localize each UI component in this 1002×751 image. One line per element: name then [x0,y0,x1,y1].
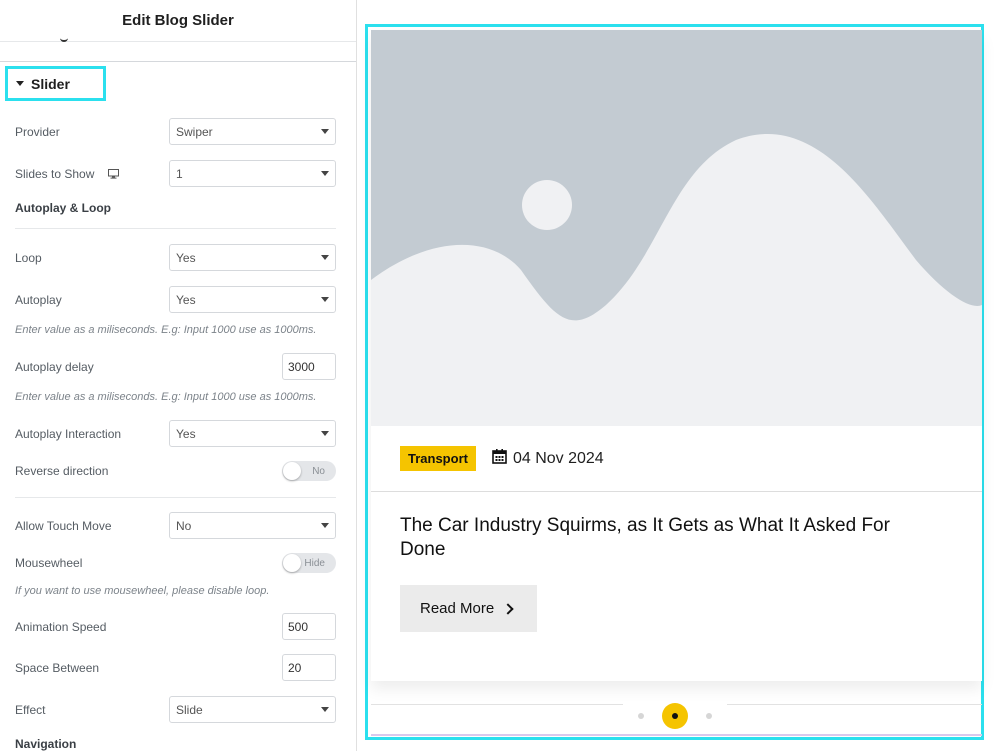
provider-label: Provider [15,124,60,139]
dropdown-arrow-icon [321,171,329,176]
divider [371,491,982,492]
provider-select[interactable]: Swiper [169,118,336,145]
dropdown-arrow-icon [321,297,329,302]
slides-to-show-value: 1 [176,166,183,181]
post-date: 04 Nov 2024 [492,448,604,469]
caret-down-icon [16,81,24,86]
control-autoplay: Autoplay Yes [15,286,336,313]
read-more-button[interactable]: Read More [400,585,537,632]
control-slides-to-show: Slides to Show 1 [15,160,336,187]
previous-section-fragment [0,40,356,62]
navigation-heading: Navigation [15,737,77,751]
mountain-placeholder-icon [371,30,982,426]
autoplay-hint: Enter value as a miliseconds. E.g: Input… [15,324,317,336]
space-between-label: Space Between [15,660,100,675]
control-autoplay-delay: Autoplay delay 3000 [15,353,336,380]
toggle-knob [283,462,301,480]
section-toggle-slider[interactable]: Slider [5,66,106,101]
autoplay-interaction-value: Yes [176,426,196,441]
blog-slider-widget[interactable]: Transport 04 Nov 2024 The Car Industry S… [365,24,984,740]
mousewheel-toggle[interactable]: Hide [282,553,336,573]
pagination-dot[interactable] [706,713,712,719]
post-card: Transport 04 Nov 2024 The Car Industry S… [371,30,982,681]
autoplay-value: Yes [176,292,196,307]
divider [15,497,336,498]
control-animation-speed: Animation Speed 500 [15,613,336,640]
autoplay-loop-heading: Autoplay & Loop [15,201,111,215]
toggle-state: Hide [304,557,325,569]
mousewheel-label: Mousewheel [15,556,83,570]
control-autoplay-interaction: Autoplay Interaction Yes [15,420,336,447]
placeholder-image [371,30,982,426]
loop-label: Loop [15,250,42,265]
slides-to-show-label: Slides to Show [15,166,95,181]
preview-canvas: Transport 04 Nov 2024 The Car Industry S… [358,0,1002,751]
post-meta: Transport 04 Nov 2024 [400,446,604,471]
dropdown-arrow-icon [321,523,329,528]
dropdown-arrow-icon [321,129,329,134]
autoplay-label: Autoplay [15,292,62,307]
reverse-direction-label: Reverse direction [15,464,109,478]
mousewheel-hint: If you want to use mousewheel, please di… [15,585,270,597]
control-loop: Loop Yes [15,244,336,271]
dropdown-arrow-icon [321,255,329,260]
read-more-label: Read More [420,600,495,617]
control-space-between: Space Between 20 [15,654,336,681]
effect-value: Slide [176,702,203,717]
autoplay-select[interactable]: Yes [169,286,336,313]
divider [15,228,336,229]
desktop-icon[interactable] [108,169,120,179]
space-between-input[interactable]: 20 [282,654,336,681]
loop-value: Yes [176,250,196,265]
autoplay-delay-hint: Enter value as a miliseconds. E.g: Input… [15,391,317,403]
pagination-dot[interactable] [638,713,644,719]
pagination-dot-active[interactable] [662,703,688,729]
category-badge[interactable]: Transport [400,446,476,471]
control-reverse-direction: Reverse direction No [15,461,336,481]
toggle-knob [283,554,301,572]
allow-touch-move-value: No [176,518,192,533]
animation-speed-input[interactable]: 500 [282,613,336,640]
control-effect: Effect Slide [15,696,336,723]
post-date-text: 04 Nov 2024 [512,449,604,467]
calendar-icon [492,448,507,469]
slides-to-show-select[interactable]: 1 [169,160,336,187]
control-allow-touch-move: Allow Touch Move No [15,512,336,539]
toggle-state: No [312,465,325,477]
provider-value: Swiper [176,124,213,139]
autoplay-delay-label: Autoplay delay [15,359,94,374]
allow-touch-move-label: Allow Touch Move [15,518,112,533]
allow-touch-move-select[interactable]: No [169,512,336,539]
animation-speed-label: Animation Speed [15,619,107,634]
section-title-label: Slider [31,75,70,92]
widget-bottom-border [371,734,982,736]
autoplay-interaction-select[interactable]: Yes [169,420,336,447]
post-title[interactable]: The Car Industry Squirms, as It Gets as … [400,514,940,562]
effect-label: Effect [15,702,46,717]
panel-title: Edit Blog Slider [0,0,356,42]
control-mousewheel: Mousewheel Hide [15,553,336,573]
slider-pagination [623,703,727,729]
loop-select[interactable]: Yes [169,244,336,271]
autoplay-interaction-label: Autoplay Interaction [15,426,122,441]
autoplay-delay-input[interactable]: 3000 [282,353,336,380]
control-provider: Provider Swiper [15,118,336,145]
dropdown-arrow-icon [321,707,329,712]
chevron-right-icon [502,602,514,615]
dropdown-arrow-icon [321,431,329,436]
effect-select[interactable]: Slide [169,696,336,723]
reverse-direction-toggle[interactable]: No [282,461,336,481]
editor-panel: Edit Blog Slider Slider Provider Swiper … [0,0,357,751]
